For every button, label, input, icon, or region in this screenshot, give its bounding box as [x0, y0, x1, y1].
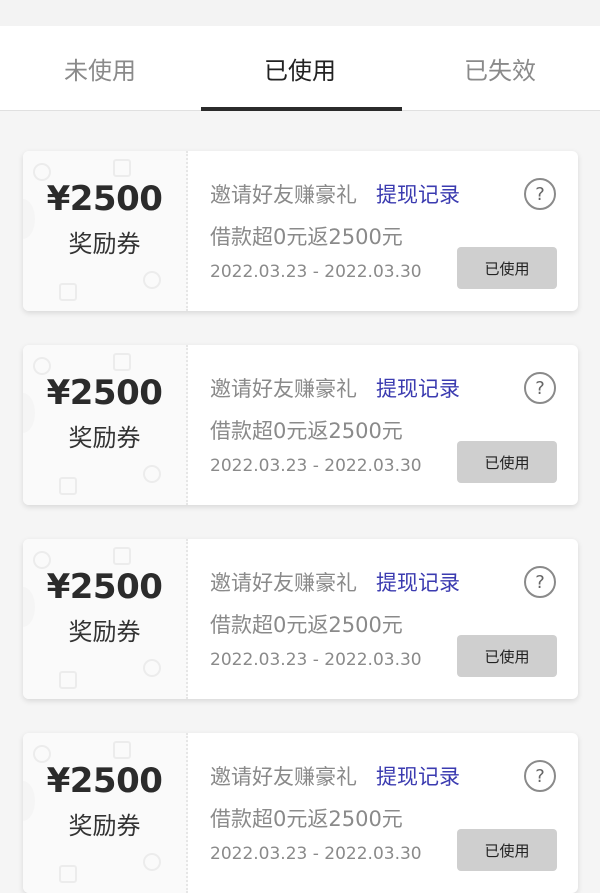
- coupon-description: 借款超0元返2500元: [210, 225, 403, 249]
- coupon-card: ¥2500 奖励券 邀请好友赚豪礼 提现记录 借款超0元返2500元 2022.…: [23, 539, 578, 699]
- help-icon[interactable]: ?: [524, 566, 556, 598]
- coupon-amount-panel: ¥2500 奖励券: [23, 151, 188, 311]
- coupon-card: ¥2500 奖励券 邀请好友赚豪礼 提现记录 借款超0元返2500元 2022.…: [23, 151, 578, 311]
- decorative-square: [113, 353, 131, 371]
- coupon-title: 邀请好友赚豪礼: [210, 377, 357, 401]
- coupon-title: 邀请好友赚豪礼: [210, 765, 357, 789]
- used-status-button[interactable]: 已使用: [457, 829, 557, 871]
- coupon-date-range: 2022.03.23 - 2022.03.30: [210, 650, 422, 670]
- decorative-square: [59, 477, 77, 495]
- coupon-description: 借款超0元返2500元: [210, 613, 403, 637]
- coupon-card: ¥2500 奖励券 邀请好友赚豪礼 提现记录 借款超0元返2500元 2022.…: [23, 733, 578, 893]
- decorative-square: [59, 283, 77, 301]
- decorative-square: [113, 741, 131, 759]
- used-status-button[interactable]: 已使用: [457, 441, 557, 483]
- withdraw-record-link[interactable]: 提现记录: [376, 179, 460, 209]
- coupon-description: 借款超0元返2500元: [210, 807, 403, 831]
- coupon-type: 奖励券: [68, 230, 141, 258]
- coupon-amount: ¥2500: [46, 373, 163, 413]
- decorative-circle: [143, 271, 161, 289]
- used-status-button[interactable]: 已使用: [457, 247, 557, 289]
- decorative-square: [113, 159, 131, 177]
- help-icon[interactable]: ?: [524, 760, 556, 792]
- withdraw-record-link[interactable]: 提现记录: [376, 567, 460, 597]
- withdraw-record-link[interactable]: 提现记录: [376, 761, 460, 791]
- coupon-date-range: 2022.03.23 - 2022.03.30: [210, 262, 422, 282]
- help-icon[interactable]: ?: [524, 372, 556, 404]
- coupon-amount: ¥2500: [46, 179, 163, 219]
- decorative-circle: [143, 465, 161, 483]
- coupon-date-range: 2022.03.23 - 2022.03.30: [210, 844, 422, 864]
- decorative-circle: [143, 659, 161, 677]
- coupon-type: 奖励券: [68, 424, 141, 452]
- coupon-type: 奖励券: [68, 812, 141, 840]
- decorative-square: [59, 671, 77, 689]
- tab-unused[interactable]: 未使用: [0, 26, 200, 110]
- coupon-description: 借款超0元返2500元: [210, 419, 403, 443]
- coupon-card: ¥2500 奖励券 邀请好友赚豪礼 提现记录 借款超0元返2500元 2022.…: [23, 345, 578, 505]
- top-status-bar: [0, 0, 600, 26]
- decorative-square: [59, 865, 77, 883]
- coupon-amount-panel: ¥2500 奖励券: [23, 345, 188, 505]
- help-icon[interactable]: ?: [524, 178, 556, 210]
- decorative-square: [113, 547, 131, 565]
- coupon-tabs: 未使用 已使用 已失效: [0, 26, 600, 111]
- coupon-amount-panel: ¥2500 奖励券: [23, 539, 188, 699]
- tab-used[interactable]: 已使用: [200, 26, 400, 110]
- used-status-button[interactable]: 已使用: [457, 635, 557, 677]
- coupon-amount: ¥2500: [46, 761, 163, 801]
- withdraw-record-link[interactable]: 提现记录: [376, 373, 460, 403]
- coupon-amount-panel: ¥2500 奖励券: [23, 733, 188, 893]
- coupon-type: 奖励券: [68, 618, 141, 646]
- coupon-date-range: 2022.03.23 - 2022.03.30: [210, 456, 422, 476]
- coupon-title: 邀请好友赚豪礼: [210, 571, 357, 595]
- coupon-title: 邀请好友赚豪礼: [210, 183, 357, 207]
- tab-expired[interactable]: 已失效: [400, 26, 600, 110]
- active-tab-indicator: [201, 107, 402, 111]
- coupon-amount: ¥2500: [46, 567, 163, 607]
- decorative-circle: [143, 853, 161, 871]
